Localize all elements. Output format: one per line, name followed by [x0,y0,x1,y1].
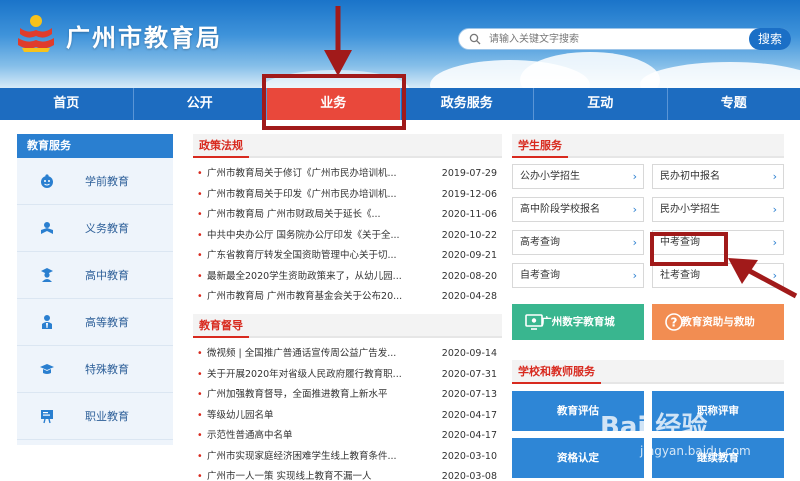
list-item[interactable]: • 广州市教育局 广州市教育基金会关于公布20... 2020-04-28 [193,287,502,308]
sidebar-item-preschool[interactable]: 学前教育 [17,158,173,205]
list-item[interactable]: • 广东省教育厅转发全国资助管理中心关于切... 2020-09-21 [193,246,502,267]
service-private-primary[interactable]: 民办小学招生 › [652,197,784,222]
list-item[interactable]: • 示范性普通高中名单 2020-04-17 [193,426,502,447]
list-item[interactable]: • 广州加强教育督导，全面推进教育上新水平 2020-07-13 [193,385,502,406]
sidebar-item-vocational[interactable]: 职业教育 [17,393,173,440]
site-title[interactable]: 广州市教育局 [66,18,222,53]
graduate-icon [42,315,52,329]
nav-item-public[interactable]: 公开 [134,88,267,120]
section-header: 教育督导 [193,314,502,338]
list-item[interactable]: • 广州市教育局关于修订《广州市民办培训机... 2019-07-29 [193,164,502,185]
education-aid-button[interactable]: ? 教育资助与救助 [652,304,784,340]
list-item[interactable]: • 微视频 | 全国推广普通话宣传周公益广告发... 2020-09-14 [193,344,502,365]
section-header: 政策法规 [193,134,502,158]
chevron-right-icon: › [772,236,777,249]
news-list: • 微视频 | 全国推广普通话宣传周公益广告发... 2020-09-14 • 关于开… [193,344,502,481]
digital-education-city-button[interactable]: 广州数字教育城 [512,304,644,340]
qualification-button[interactable]: 资格认定 [512,438,644,478]
search-box: 搜索 [458,28,791,50]
service-public-primary[interactable]: 公办小学招生 › [512,164,644,189]
service-highschool-signup[interactable]: 高中阶段学校报名 › [512,197,644,222]
cloud-decoration [640,62,800,88]
watermark: Bai 经验 [600,412,708,442]
nav-item-interaction[interactable]: 互动 [534,88,668,120]
sidebar-item-label: 职业教育 [85,410,129,423]
policy-section: 政策法规 • 广州市教育局关于修订《广州市民办培训机... 2019-07-29 •… [193,134,502,308]
nav-item-gov-services[interactable]: 政务服务 [401,88,534,120]
list-item[interactable]: • 等级幼儿园名单 2020-04-17 [193,406,502,427]
sidebar-item-label: 学前教育 [85,175,129,188]
arrow-down-icon [324,6,352,76]
sidebar-item-label: 特殊教育 [85,363,129,376]
sidebar-item-higher-ed[interactable]: 高等教育 [17,299,173,346]
service-self-exam-query[interactable]: 自考查询 › [512,263,644,288]
list-item[interactable]: • 最新最全2020学生资助政策来了，从幼儿园... 2020-08-20 [193,267,502,288]
search-icon [469,33,481,45]
service-private-junior[interactable]: 民办初中报名 › [652,164,784,189]
section-title[interactable]: 学生服务 [512,134,568,158]
search-button[interactable]: 搜索 [749,28,791,50]
list-item[interactable]: • 广州市实现家庭经济困难学生线上教育条件... 2020-03-10 [193,447,502,468]
watermark-url: jingyan.baidu.com [640,444,751,458]
child-face-icon [41,174,53,188]
student-services-section: 学生服务 公办小学招生 › 民办初中报名 › 高中阶段学校报名 › 民办小学招生 › 高… [512,134,784,340]
nav-item-topics[interactable]: 专题 [668,88,800,120]
cloud-decoration [520,52,660,88]
highlight-box [262,74,406,130]
monitor-icon [525,314,543,330]
sidebar-item-label: 义务教育 [85,222,129,235]
section-title[interactable]: 学校和教师服务 [512,360,601,384]
section-header: 学生服务 [512,134,784,158]
sidebar-item-label: 高等教育 [85,316,129,329]
chevron-right-icon: › [632,236,637,249]
highlight-box [650,232,728,266]
section-title[interactable]: 政策法规 [193,134,249,158]
section-title[interactable]: 教育督导 [193,314,249,338]
list-item[interactable]: • 广州市教育局 广州市财政局关于延长《... 2020-11-06 [193,205,502,226]
chevron-right-icon: › [632,203,637,216]
help-question-icon: ? [665,313,683,331]
nav-item-home[interactable]: 首页 [0,88,134,120]
education-bureau-logo-icon[interactable] [12,12,60,54]
service-gaokao-query[interactable]: 高考查询 › [512,230,644,255]
list-item[interactable]: • 广州市教育局关于印发《广州市民办培训机... 2019-12-06 [193,185,502,206]
chevron-right-icon: › [772,170,777,183]
sidebar-item-special-ed[interactable]: 特殊教育 [17,346,173,393]
chevron-right-icon: › [632,269,637,282]
chevron-right-icon: › [772,203,777,216]
list-item[interactable]: • 广州市一人一策 实现线上教育不漏一人 2020-03-08 [193,467,502,481]
news-list: • 广州市教育局关于修订《广州市民办培训机... 2019-07-29 • 广州市教育… [193,164,502,308]
list-item[interactable]: • 中共中央办公厅 国务院办公厅印发《关于全... 2020-10-22 [193,226,502,247]
sidebar-item-highschool[interactable]: 高中教育 [17,252,173,299]
student-cap-icon [41,268,53,282]
sidebar-item-compulsory[interactable]: 义务教育 [17,205,173,252]
list-item[interactable]: • 关于开展2020年对省级人民政府履行教育职... 2020-07-31 [193,365,502,386]
section-header: 学校和教师服务 [512,360,784,384]
chevron-right-icon: › [632,170,637,183]
presentation-icon [41,410,53,424]
arrow-up-left-icon [728,258,798,299]
sidebar-title: 教育服务 [17,134,173,158]
education-services-sidebar: 教育服务 学前教育 义务教育 高中教育 高等教育 特殊教育 职业教育 [17,134,173,445]
sidebar-item-label: 高中教育 [85,269,129,282]
mortarboard-icon [40,364,54,374]
search-input[interactable] [489,31,709,47]
reading-student-icon [41,222,53,234]
supervision-section: 教育督导 • 微视频 | 全国推广普通话宣传周公益广告发... 2020-09-14… [193,314,502,481]
svg-text:?: ? [671,316,678,330]
